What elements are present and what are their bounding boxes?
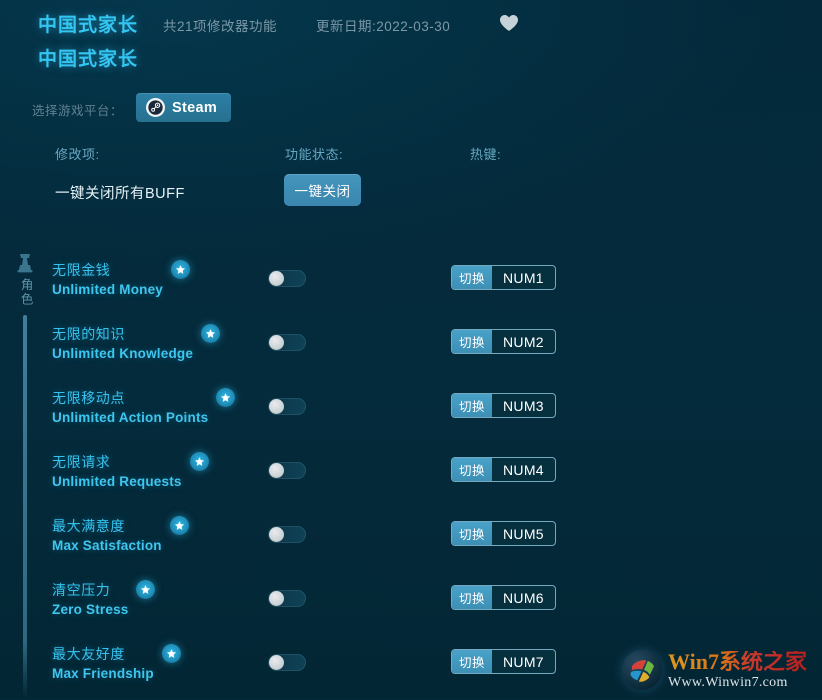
cheat-name-group: 无限移动点 Unlimited Action Points [52, 388, 236, 427]
hotkey-binding[interactable]: 切换 NUM4 [451, 457, 556, 482]
feature-count-label: 共21项修改器功能 [163, 19, 278, 34]
cheat-toggle[interactable] [268, 654, 306, 671]
cheat-name-en: Unlimited Knowledge [52, 346, 194, 361]
heart-icon[interactable] [498, 12, 520, 34]
cheat-row: 无限金钱 Unlimited Money 切换 NUM1 [52, 252, 822, 316]
hotkey-action-label: 切换 [452, 650, 493, 673]
cheat-row: 最大满意度 Max Satisfaction 切换 NUM5 [52, 508, 822, 572]
hotkey-action-label: 切换 [452, 266, 493, 289]
hotkey-binding[interactable]: 切换 NUM5 [451, 521, 556, 546]
hotkey-action-label: 切换 [452, 394, 493, 417]
star-badge-icon[interactable] [136, 580, 156, 599]
hotkey-binding[interactable]: 切换 NUM3 [451, 393, 556, 418]
cheat-name-cn: 无限请求 [52, 454, 111, 470]
cheat-row: 清空压力 Zero Stress 切换 NUM6 [52, 572, 822, 636]
cheat-name-en: Unlimited Requests [52, 474, 182, 489]
cheat-name-group: 最大满意度 Max Satisfaction [52, 516, 189, 555]
cheat-name-cn: 最大友好度 [52, 646, 125, 662]
cheat-name-cn: 清空压力 [52, 582, 111, 598]
toggle-knob [269, 335, 284, 350]
hotkey-binding[interactable]: 切换 NUM6 [451, 585, 556, 610]
column-header-cheat: 修改项: [55, 147, 100, 162]
toggle-knob [269, 271, 284, 286]
cheat-name-en: Unlimited Action Points [52, 410, 209, 425]
watermark-brand: Win7系统之家 [668, 648, 807, 674]
toggle-knob [269, 591, 284, 606]
cheat-name-en: Unlimited Money [52, 282, 164, 297]
cheat-name-group: 无限请求 Unlimited Requests [52, 452, 209, 491]
hotkey-binding[interactable]: 切换 NUM2 [451, 329, 556, 354]
platform-steam-label: Steam [172, 99, 218, 116]
hotkey-key-label: NUM5 [503, 525, 544, 542]
star-badge-icon[interactable] [216, 388, 236, 407]
cheat-row: 无限移动点 Unlimited Action Points 切换 NUM3 [52, 380, 822, 444]
all-buffs-off-button[interactable]: 一键关闭 [284, 174, 361, 206]
hotkey-key-label: NUM4 [503, 461, 544, 478]
hotkey-key-label: NUM7 [503, 653, 544, 670]
cheat-name-group: 无限的知识 Unlimited Knowledge [52, 324, 221, 363]
cheat-toggle[interactable] [268, 334, 306, 351]
cheat-name-cn: 最大满意度 [52, 518, 125, 534]
cheat-name-en: Max Satisfaction [52, 538, 162, 553]
star-badge-icon[interactable] [201, 324, 221, 343]
platform-label: 选择游戏平台： [32, 104, 124, 118]
star-badge-icon[interactable] [189, 452, 209, 471]
cheat-name-en: Zero Stress [52, 602, 129, 617]
toggle-knob [269, 655, 284, 670]
cheat-toggle[interactable] [268, 398, 306, 415]
update-date-label: 更新日期:2022-03-30 [316, 19, 451, 34]
column-header-status: 功能状态: [285, 147, 344, 162]
cheat-toggle[interactable] [268, 462, 306, 479]
character-icon [13, 252, 37, 274]
page-subtitle: 中国式家长 [38, 49, 139, 70]
hotkey-action-label: 切换 [452, 458, 493, 481]
hotkey-binding[interactable]: 切换 NUM1 [451, 265, 556, 290]
toggle-knob [269, 463, 284, 478]
hotkey-action-label: 切换 [452, 330, 493, 353]
cheat-toggle[interactable] [268, 270, 306, 287]
category-rail[interactable]: 角色 [8, 252, 42, 699]
star-badge-icon[interactable] [169, 516, 189, 535]
steam-icon [146, 98, 165, 117]
watermark: Win7系统之家 Www.Winwin7.com [614, 641, 822, 699]
platform-steam-button[interactable]: Steam [136, 93, 232, 122]
hotkey-binding[interactable]: 切换 NUM7 [451, 649, 556, 674]
cheat-trainer-window: 中国式家长 中国式家长 共21项修改器功能 更新日期:2022-03-30 选择… [0, 0, 822, 699]
cheat-name-group: 最大友好度 Max Friendship [52, 644, 181, 683]
cheat-row: 无限的知识 Unlimited Knowledge 切换 NUM2 [52, 316, 822, 380]
star-badge-icon[interactable] [161, 644, 181, 663]
category-label: 角色 [18, 278, 33, 307]
cheat-name-cn: 无限移动点 [52, 390, 125, 406]
cheat-list: 无限金钱 Unlimited Money 切换 NUM1 无限的知识 Unlimited … [52, 252, 822, 700]
category-rail-line [23, 315, 27, 699]
toggle-knob [269, 399, 284, 414]
watermark-url: Www.Winwin7.com [668, 674, 788, 690]
hotkey-action-label: 切换 [452, 522, 493, 545]
cheat-name-group: 无限金钱 Unlimited Money [52, 260, 191, 299]
hotkey-key-label: NUM1 [503, 269, 544, 286]
page-title: 中国式家长 [38, 15, 139, 36]
column-header-hotkey: 热键: [470, 147, 502, 162]
header: 中国式家长 中国式家长 共21项修改器功能 更新日期:2022-03-30 [0, 0, 822, 78]
cheat-row: 无限请求 Unlimited Requests 切换 NUM4 [52, 444, 822, 508]
all-buffs-off-label: 一键关闭所有BUFF [55, 186, 185, 202]
cheat-toggle[interactable] [268, 526, 306, 543]
cheat-toggle[interactable] [268, 590, 306, 607]
cheat-name-cn: 无限金钱 [52, 262, 111, 278]
hotkey-action-label: 切换 [452, 586, 493, 609]
hotkey-key-label: NUM3 [503, 397, 544, 414]
toggle-knob [269, 527, 284, 542]
cheat-name-cn: 无限的知识 [52, 326, 125, 342]
cheat-name-en: Max Friendship [52, 666, 154, 681]
star-badge-icon[interactable] [171, 260, 191, 279]
hotkey-key-label: NUM2 [503, 333, 544, 350]
cheat-name-group: 清空压力 Zero Stress [52, 580, 156, 619]
windows-logo-icon [622, 650, 662, 690]
hotkey-key-label: NUM6 [503, 589, 544, 606]
